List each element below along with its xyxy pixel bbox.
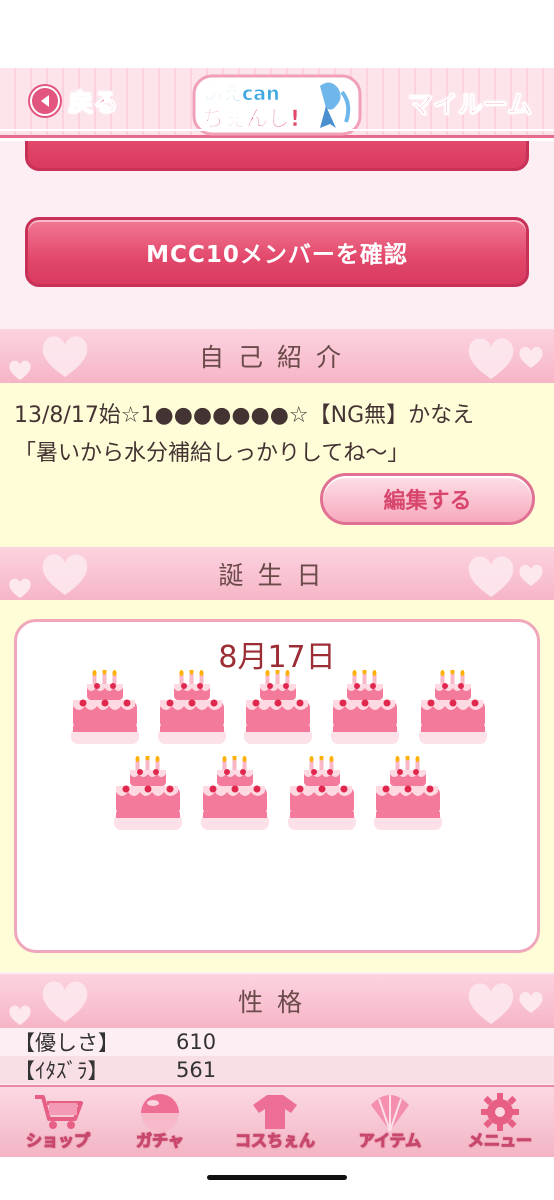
nav-label: ガチャ	[136, 1131, 185, 1151]
stat-row-mischief: 【ｲﾀｽﾞﾗ】 561	[0, 1056, 554, 1084]
heart-decoration-icon	[519, 564, 543, 586]
birthday-cake-icon	[284, 754, 360, 834]
app-logo: あえcan ちぇんじ!	[192, 74, 362, 136]
stat-value: 561	[176, 1058, 217, 1082]
intro-section-header: 自己紹介	[0, 329, 554, 383]
intro-line-2: 「暑いから水分補給しっかりしてね～」	[14, 441, 410, 466]
edit-button[interactable]: 編集する	[320, 473, 535, 525]
birthday-cake-icon	[370, 754, 446, 834]
birthday-title: 誕生日	[218, 561, 336, 590]
birthday-card: 8月17日	[14, 619, 540, 953]
birthday-section-header: 誕生日	[0, 547, 554, 601]
app-header: 戻る あえcan ちぇんじ! マイルーム	[0, 68, 554, 138]
personality-title: 性格	[237, 988, 316, 1017]
nav-label: メニュー	[467, 1131, 532, 1151]
heart-decoration-icon	[42, 336, 88, 377]
heart-decoration-icon	[468, 983, 514, 1024]
nav-costume[interactable]: コスちぇん	[220, 1087, 330, 1159]
intro-title: 自己紹介	[198, 343, 355, 372]
stat-value: 610	[176, 1030, 217, 1054]
nav-item[interactable]: アイテム	[340, 1087, 440, 1159]
birthday-cake-icon	[154, 668, 230, 748]
nav-label: アイテム	[358, 1131, 422, 1151]
heart-decoration-icon	[468, 556, 514, 597]
nav-shop[interactable]: ショップ	[8, 1087, 108, 1159]
birthday-cake-icon	[67, 668, 143, 748]
nav-label: ショップ	[25, 1131, 90, 1151]
status-bar	[0, 0, 554, 68]
myroom-label: マイルーム	[407, 90, 532, 120]
logo-text-top: あえcan	[204, 83, 280, 105]
confirm-members-button[interactable]: MCC10メンバーを確認	[25, 217, 529, 287]
logo-text-bottom: ちぇんじ!	[202, 107, 300, 132]
stat-label: 【優しさ】	[14, 1031, 119, 1055]
heart-decoration-icon	[468, 338, 514, 379]
birthday-cake-icon	[240, 668, 316, 748]
personality-section-header: 性格	[0, 974, 554, 1028]
heart-decoration-icon	[9, 578, 31, 599]
heart-decoration-icon	[42, 554, 88, 595]
heart-decoration-icon	[9, 360, 31, 381]
cart-icon	[35, 1095, 83, 1129]
back-label: 戻る	[67, 88, 119, 118]
intro-line-1: 13/8/17始☆1●●●●●●●☆【NG無】かなえ	[14, 403, 475, 428]
birthday-cake-icon	[110, 754, 186, 834]
nav-label: コスちぇん	[234, 1131, 315, 1151]
heart-decoration-icon	[519, 991, 543, 1013]
birthday-cake-icon	[415, 668, 491, 748]
home-indicator[interactable]	[207, 1175, 347, 1180]
heart-decoration-icon	[519, 346, 543, 368]
heart-decoration-icon	[9, 1005, 31, 1026]
birthday-cake-icon	[197, 754, 273, 834]
previous-button[interactable]	[25, 141, 529, 171]
stat-label: 【ｲﾀｽﾞﾗ】	[14, 1059, 109, 1083]
nav-gacha[interactable]: ガチャ	[110, 1087, 210, 1159]
heart-decoration-icon	[42, 981, 88, 1022]
back-arrow-icon	[30, 86, 60, 116]
myroom-button[interactable]: マイルーム	[407, 85, 532, 121]
stat-row-kindness: 【優しさ】 610	[0, 1028, 554, 1056]
nav-menu[interactable]: メニュー	[450, 1087, 550, 1159]
bottom-nav: ショップ ガチャ コスちぇん アイテム メニュー	[0, 1085, 554, 1157]
birthday-cake-icon	[327, 668, 403, 748]
back-button[interactable]: 戻る	[30, 83, 119, 119]
